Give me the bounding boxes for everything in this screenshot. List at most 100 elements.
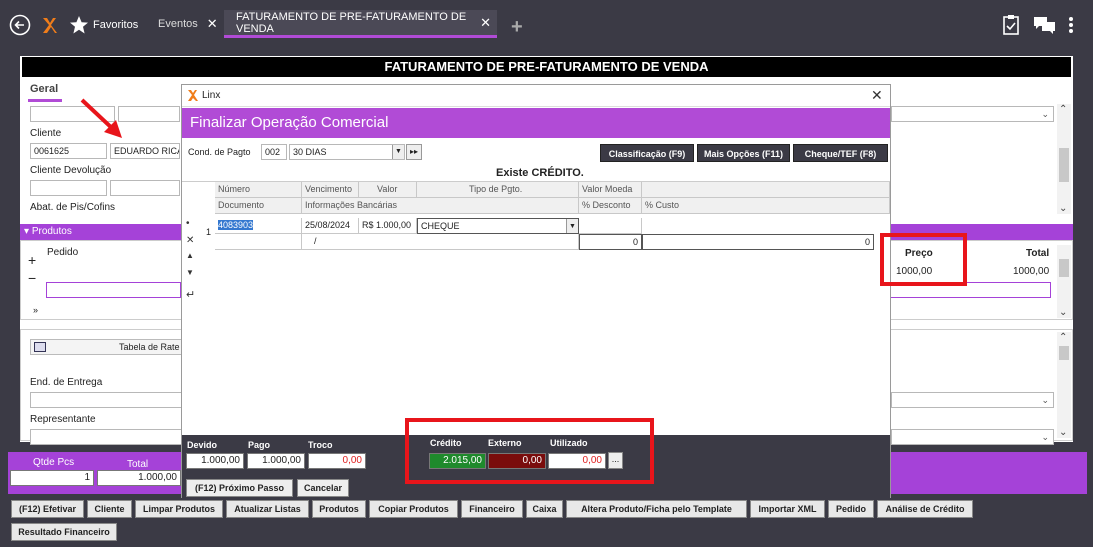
close-icon[interactable]: ✕ (871, 87, 883, 104)
top-bar: Favoritos Eventos ✕ FATURAMENTO DE PRE-F… (0, 0, 1093, 50)
pago-label: Pago (248, 440, 271, 450)
cheque-tef-button[interactable]: Cheque/TEF (F8) (793, 144, 888, 162)
grid-header-desconto: % Desconto (579, 198, 642, 214)
return-icon[interactable]: ↵ (186, 288, 195, 301)
cond-pagto-label: Cond. de Pagto (188, 147, 251, 157)
row-vencimento[interactable]: 25/08/2024 (302, 218, 359, 234)
move-up-icon[interactable]: ▲ (186, 251, 194, 260)
grid-header-custo: % Custo (642, 198, 890, 214)
dropdown-arrow-icon[interactable]: ▼ (566, 219, 578, 233)
classificacao-button[interactable]: Classificação (F9) (600, 144, 694, 162)
scrollbar[interactable]: ⌃ ⌄ (1057, 104, 1071, 214)
row-numero-value: 4083903 (218, 220, 254, 230)
cliente-devolucao-field[interactable] (30, 180, 107, 196)
produtos-scrollbar[interactable]: ⌄ (1057, 245, 1071, 318)
toolbar-limpar-produtos-button[interactable]: Limpar Produtos (135, 500, 223, 518)
pedido-column-header: Pedido (47, 247, 79, 258)
row-numero[interactable]: 4083903 (215, 218, 302, 234)
tabela-rateio-label: Tabela de Rate (119, 342, 180, 352)
toolbar-copiar-produtos-button[interactable]: Copiar Produtos (369, 500, 458, 518)
row-valor-moeda[interactable] (579, 218, 642, 234)
cond-pagto-value: 30 DIAS (293, 147, 327, 157)
cliente-label: Cliente (30, 128, 62, 139)
highlight-preco-box (880, 233, 967, 286)
toolbar-financeiro-button[interactable]: Financeiro (461, 500, 523, 518)
favorites-label[interactable]: Favoritos (93, 19, 138, 31)
grid-header-numero: Número (215, 182, 302, 198)
toolbar-resultado-financeiro-button[interactable]: Resultado Financeiro (11, 523, 117, 541)
lower-scrollbar[interactable]: ⌃ ⌄ (1057, 332, 1071, 438)
tabela-rateio-button[interactable]: Tabela de Rate (30, 339, 182, 355)
toolbar-cliente-button[interactable]: Cliente (87, 500, 132, 518)
toolbar-produtos-button[interactable]: Produtos (312, 500, 366, 518)
tab-main-label: FATURAMENTO DE PRE-FATURAMENTO DE VENDA (236, 10, 467, 35)
clipboard-icon[interactable] (1002, 14, 1020, 36)
dropdown-arrow-icon[interactable]: ▼ (392, 145, 404, 159)
chevron-down-icon[interactable]: ⌄ (1059, 427, 1067, 438)
produto-row-editor[interactable] (46, 282, 181, 298)
cond-pagto-code[interactable]: 002 (261, 144, 287, 160)
end-entrega-select[interactable]: ⌄ (891, 392, 1054, 408)
row-desconto[interactable]: 0 (579, 234, 642, 250)
chevron-down-icon: ⌄ (1041, 432, 1049, 442)
toolbar-altera-produto-button[interactable]: Altera Produto/Ficha pelo Template (566, 500, 747, 518)
tab-geral[interactable]: Geral (30, 83, 58, 95)
row-custo[interactable]: 0 (642, 234, 874, 250)
tab-events[interactable]: Eventos ✕ (158, 10, 220, 38)
toolbar-pedido-button[interactable]: Pedido (828, 500, 874, 518)
representante-field[interactable] (30, 429, 182, 445)
chevron-down-icon: ⌄ (1041, 395, 1049, 405)
toolbar-atualizar-listas-button[interactable]: Atualizar Listas (226, 500, 309, 518)
cancelar-button[interactable]: Cancelar (297, 479, 349, 497)
star-icon[interactable] (69, 15, 89, 35)
close-icon[interactable]: ✕ (207, 16, 218, 32)
chevron-up-icon[interactable]: ⌃ (1059, 104, 1067, 115)
credit-notice: Existe CRÉDITO. (496, 167, 584, 179)
move-down-icon[interactable]: ▼ (186, 268, 194, 277)
proximo-passo-button[interactable]: (F12) Próximo Passo (186, 479, 293, 497)
top-field-2[interactable] (118, 106, 180, 122)
chevron-down-icon[interactable]: ⌄ (1059, 307, 1067, 318)
remove-icon[interactable]: − (28, 270, 36, 286)
back-icon[interactable] (9, 14, 31, 36)
end-entrega-field[interactable] (30, 392, 182, 408)
representante-select[interactable]: ⌄ (891, 429, 1054, 445)
total-value: 1000,00 (1013, 266, 1050, 277)
row-valor[interactable]: R$ 1.000,00 (359, 218, 417, 234)
row-info-bancarias[interactable]: / (302, 234, 579, 250)
add-tab-icon[interactable]: + (511, 16, 523, 39)
more-icon[interactable] (1068, 16, 1074, 34)
pago-field: 1.000,00 (247, 453, 305, 469)
highlight-credito-box (405, 418, 654, 484)
chat-icon[interactable] (1033, 16, 1057, 34)
toolbar-importar-xml-button[interactable]: Importar XML (750, 500, 825, 518)
mais-opcoes-button[interactable]: Mais Opções (F11) (697, 144, 790, 162)
right-select[interactable]: ⌄ (891, 106, 1054, 122)
tab-faturamento[interactable]: FATURAMENTO DE PRE-FATURAMENTO DE VENDA … (224, 10, 497, 38)
cliente-name-field[interactable]: EDUARDO RICA (110, 143, 180, 159)
expand-icon[interactable]: » (33, 305, 38, 315)
delete-row-icon[interactable]: ✕ (186, 235, 194, 246)
modal-titlebar: Linx ✕ (182, 85, 890, 107)
qtde-label: Qtde Pcs (33, 457, 75, 468)
linx-logo-icon (43, 18, 57, 33)
cond-pagto-select[interactable]: 30 DIAS ▼ (289, 144, 405, 160)
add-icon[interactable]: + (28, 252, 36, 268)
row-tipo-select[interactable]: CHEQUE ▼ (417, 218, 579, 234)
toolbar-caixa-button[interactable]: Caixa (526, 500, 563, 518)
next-icon[interactable]: ▸▸ (406, 144, 422, 160)
close-icon[interactable]: ✕ (480, 15, 491, 31)
row-documento[interactable] (215, 234, 302, 250)
toolbar-efetivar-button[interactable]: (F12) Efetivar (11, 500, 84, 518)
toolbar-analise-credito-button[interactable]: Análise de Crédito (877, 500, 973, 518)
chevron-up-icon[interactable]: ⌃ (1059, 332, 1067, 343)
grid-header-valor: Valor (359, 182, 417, 198)
cliente-code-field[interactable]: 0061625 (30, 143, 107, 159)
cliente-devolucao-name[interactable] (110, 180, 180, 196)
troco-field: 0,00 (308, 453, 366, 469)
chevron-down-icon[interactable]: ⌄ (1059, 203, 1067, 214)
qtde-field: 1 (10, 470, 94, 486)
row-marker-icon: • (186, 218, 190, 229)
total-label: Total (127, 459, 149, 470)
grid-header-info-bancarias: Informações Bancárias (302, 198, 579, 214)
